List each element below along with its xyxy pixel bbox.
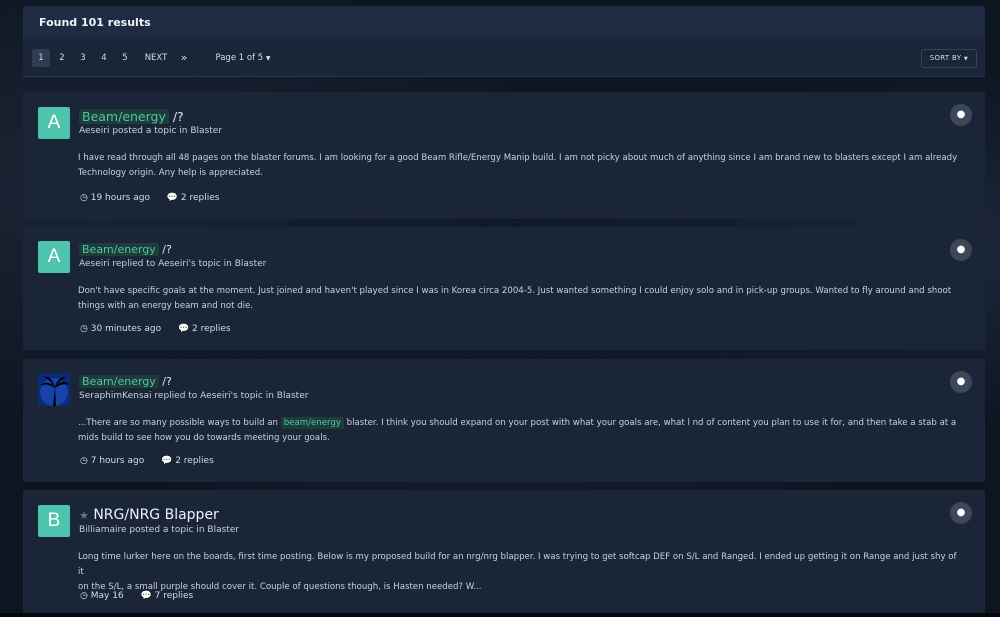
results-header: Found 101 results: [23, 6, 985, 39]
reply-count: 2 replies: [175, 456, 214, 466]
comment-bubble-icon: ●: [950, 502, 972, 524]
topic-meta: Billiamaire posted a topic in Blaster: [79, 525, 240, 535]
result-snippet: I have read through all 48 pages on the …: [78, 151, 958, 181]
avatar[interactable]: A: [38, 107, 70, 139]
snippet-line: Don't have specific goals at the moment.…: [78, 286, 952, 296]
star-icon: ★: [79, 509, 89, 522]
post-time[interactable]: 30 minutes ago: [91, 324, 161, 334]
result-card: Beam/energy /? SeraphimKensai replied to…: [23, 359, 985, 482]
topic-meta: SeraphimKensai replied to Aeseiri's topi…: [79, 391, 309, 401]
user-avatar-image[interactable]: [38, 374, 70, 406]
sort-by-button[interactable]: SORT BY ▼: [920, 49, 977, 68]
palm-tree-avatar-icon: [38, 374, 70, 406]
comment-bubble-icon: ●: [950, 104, 972, 126]
topic-title-link[interactable]: Beam/energy /?: [79, 243, 172, 256]
search-highlight: Beam/energy: [79, 109, 169, 124]
snippet-text: blaster. I think you should expand on yo…: [343, 418, 957, 428]
topic-title-link[interactable]: Beam/energy /?: [79, 109, 184, 124]
topic-title-rest: /?: [158, 375, 172, 388]
topic-title-link[interactable]: ★ NRG/NRG Blapper: [79, 507, 219, 523]
caret-down-icon: ▼: [265, 55, 271, 62]
topic-meta: Aeseiri replied to Aeseiri's topic in Bl…: [79, 259, 267, 269]
search-highlight: Beam/energy: [79, 243, 159, 256]
comment-icon: 💬: [140, 591, 152, 601]
snippet-text: ...There are so many possible ways to bu…: [78, 418, 281, 428]
post-time[interactable]: 19 hours ago: [91, 193, 150, 203]
result-card: B ★ NRG/NRG Blapper Billiamaire posted a…: [23, 490, 985, 617]
page-1-link[interactable]: 1: [32, 49, 50, 67]
result-snippet: Don't have specific goals at the moment.…: [78, 284, 958, 314]
page-4-link[interactable]: 4: [95, 49, 113, 67]
reply-count: 2 replies: [180, 193, 220, 203]
clock-icon: ◷: [80, 591, 88, 601]
result-stats: ◷ 30 minutes ago 💬 2 replies: [80, 324, 245, 334]
last-page-link[interactable]: »: [175, 49, 193, 67]
result-card: A Beam/energy /? Aeseiri posted a topic …: [23, 92, 985, 219]
result-stats: ◷ 7 hours ago 💬 2 replies: [80, 456, 228, 466]
result-snippet: Long time lurker here on the boards, fir…: [78, 550, 958, 595]
clock-icon: ◷: [80, 324, 88, 334]
page-2-link[interactable]: 2: [53, 49, 71, 67]
comment-icon: 💬: [161, 456, 173, 466]
page-jump-dropdown[interactable]: Page 1 of 5 ▼: [213, 49, 273, 67]
topic-title-rest: /?: [158, 243, 172, 256]
comment-icon: 💬: [177, 324, 190, 334]
snippet-line: things with an energy beam and not die.: [78, 301, 254, 311]
snippet-line: Long time lurker here on the boards, fir…: [78, 552, 957, 577]
result-stats: ◷ 19 hours ago 💬 2 replies: [80, 193, 234, 203]
snippet-line: I have read through all 48 pages on the …: [78, 153, 958, 163]
comment-bubble-icon: ●: [950, 239, 972, 261]
comment-icon: 💬: [166, 193, 179, 203]
comment-bubble-icon: ●: [950, 371, 972, 393]
avatar[interactable]: B: [38, 505, 70, 537]
clock-icon: ◷: [80, 456, 88, 466]
snippet-line: Technology origin. Any help is appreciat…: [78, 168, 263, 178]
results-count-title: Found 101 results: [39, 16, 151, 29]
topic-title-link[interactable]: Beam/energy /?: [79, 375, 172, 388]
reply-count: 2 replies: [192, 324, 231, 334]
page-3-link[interactable]: 3: [74, 49, 92, 67]
page-jump-label: Page 1 of 5: [215, 53, 264, 63]
result-snippet: ...There are so many possible ways to bu…: [78, 416, 958, 446]
topic-meta: Aeseiri posted a topic in Blaster: [79, 126, 223, 136]
result-stats: ◷ May 16 💬 7 replies: [80, 591, 207, 601]
caret-down-icon: ▼: [963, 56, 968, 62]
clock-icon: ◷: [80, 193, 88, 203]
post-time[interactable]: 7 hours ago: [91, 456, 145, 466]
pagination-bar: 1 2 3 4 5 NEXT » Page 1 of 5 ▼ SORT BY ▼: [23, 39, 985, 77]
topic-title-rest: /?: [168, 109, 184, 124]
sort-by-label: SORT BY: [929, 54, 962, 62]
search-highlight: Beam/energy: [79, 375, 159, 388]
search-highlight: beam/energy: [280, 417, 344, 429]
taskbar-edge: [0, 613, 1000, 617]
reply-count: 7 replies: [154, 591, 194, 601]
snippet-line: ...There are so many possible ways to bu…: [78, 416, 958, 431]
post-time[interactable]: May 16: [91, 591, 124, 601]
next-page-link[interactable]: NEXT: [141, 49, 171, 67]
result-card: A Beam/energy /? Aeseiri replied to Aese…: [23, 227, 985, 350]
snippet-line: mids build to see how you do towards mee…: [78, 433, 330, 443]
page-5-link[interactable]: 5: [116, 49, 134, 67]
snippet-line: on the S/L, a small purple should cover …: [78, 582, 482, 592]
topic-title: NRG/NRG Blapper: [93, 507, 219, 523]
avatar[interactable]: A: [38, 241, 70, 273]
